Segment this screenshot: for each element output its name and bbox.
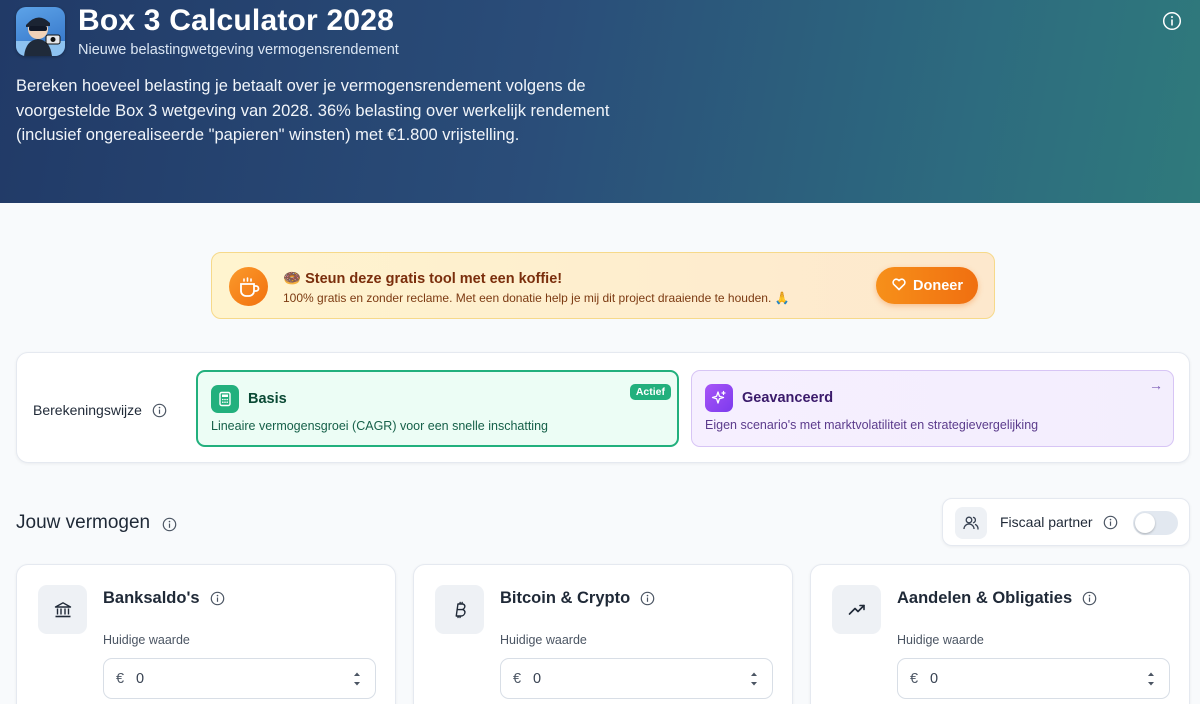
app-logo (16, 7, 65, 56)
info-icon[interactable] (1103, 515, 1118, 530)
page-header: Box 3 Calculator 2028 Nieuwe belastingwe… (0, 0, 1200, 203)
stepper-icon[interactable] (353, 670, 361, 688)
fiscal-partner-card: Fiscaal partner (942, 498, 1190, 546)
active-badge: Actief (629, 384, 671, 400)
mode-option-title: Geavanceerd (742, 390, 834, 406)
bank-icon (38, 585, 87, 634)
fiscal-partner-label: Fiscaal partner (1000, 514, 1093, 530)
info-icon[interactable] (152, 403, 167, 418)
mode-option-description: Lineaire vermogensgroei (CAGR) voor een … (211, 419, 548, 433)
page-subtitle: Nieuwe belastingwetgeving vermogensrende… (78, 42, 399, 58)
bitcoin-icon (435, 585, 484, 634)
donate-button[interactable]: Doneer (876, 267, 978, 304)
asset-heading: Aandelen & Obligaties (897, 589, 1097, 608)
donate-button-label: Doneer (913, 277, 963, 294)
calculator-icon (211, 385, 239, 413)
section-title: Jouw vermogen (16, 512, 151, 533)
info-icon[interactable] (1082, 591, 1097, 606)
arrow-right-icon: → (1149, 377, 1163, 393)
asset-title: Banksaldo's (103, 589, 200, 607)
calculation-mode-card: Berekeningswijze Basis Lineaire vermogen… (16, 352, 1190, 463)
page-title: Box 3 Calculator 2028 (78, 4, 395, 37)
stepper-icon[interactable] (1147, 670, 1155, 688)
users-icon (955, 507, 987, 539)
asset-card-crypto: Bitcoin & Crypto Huidige waarde € 0 (413, 564, 793, 704)
trending-up-icon (832, 585, 881, 634)
asset-card-stocks: Aandelen & Obligaties Huidige waarde € 0 (810, 564, 1190, 704)
calculation-mode-label: Berekeningswijze (33, 402, 142, 418)
heart-icon (891, 276, 907, 296)
wealth-section-heading: Jouw vermogen (16, 512, 177, 534)
info-icon[interactable] (1162, 11, 1182, 31)
input-value: 0 (930, 671, 939, 687)
mode-option-description: Eigen scenario's met marktvolatiliteit e… (705, 418, 1039, 432)
info-icon[interactable] (210, 591, 225, 606)
info-icon[interactable] (640, 591, 655, 606)
asset-title: Bitcoin & Crypto (500, 589, 631, 607)
field-label: Huidige waarde (103, 633, 190, 647)
field-label: Huidige waarde (500, 633, 587, 647)
asset-title: Aandelen & Obligaties (897, 589, 1073, 607)
field-label: Huidige waarde (897, 633, 984, 647)
mode-option-advanced[interactable]: Geavanceerd Eigen scenario's met marktvo… (691, 370, 1174, 447)
donation-banner: 🍩 Steun deze gratis tool met een koffie!… (211, 252, 995, 319)
info-icon[interactable] (162, 516, 177, 531)
page-description: Bereken hoeveel belasting je betaalt ove… (16, 77, 610, 144)
bank-balance-input[interactable]: € 0 (103, 658, 376, 699)
mode-option-title: Basis (248, 391, 287, 407)
asset-heading: Banksaldo's (103, 589, 225, 608)
donation-title: 🍩 Steun deze gratis tool met een koffie! (283, 271, 563, 287)
currency-symbol: € (910, 671, 919, 687)
fiscal-partner-toggle[interactable] (1133, 511, 1178, 535)
sparkles-icon (705, 384, 733, 412)
asset-heading: Bitcoin & Crypto (500, 589, 655, 608)
currency-symbol: € (116, 671, 125, 687)
donation-text: 100% gratis en zonder reclame. Met een d… (283, 291, 790, 305)
asset-card-bank: Banksaldo's Huidige waarde € 0 (16, 564, 396, 704)
input-value: 0 (136, 671, 145, 687)
fiscal-partner-heading: Fiscaal partner (1000, 514, 1118, 530)
currency-symbol: € (513, 671, 522, 687)
calculation-mode-heading: Berekeningswijze (33, 402, 167, 418)
mode-option-basis[interactable]: Basis Lineaire vermogensgroei (CAGR) voo… (196, 370, 679, 447)
crypto-value-input[interactable]: € 0 (500, 658, 773, 699)
stepper-icon[interactable] (750, 670, 758, 688)
stocks-value-input[interactable]: € 0 (897, 658, 1170, 699)
coffee-icon (229, 267, 268, 306)
input-value: 0 (533, 671, 542, 687)
